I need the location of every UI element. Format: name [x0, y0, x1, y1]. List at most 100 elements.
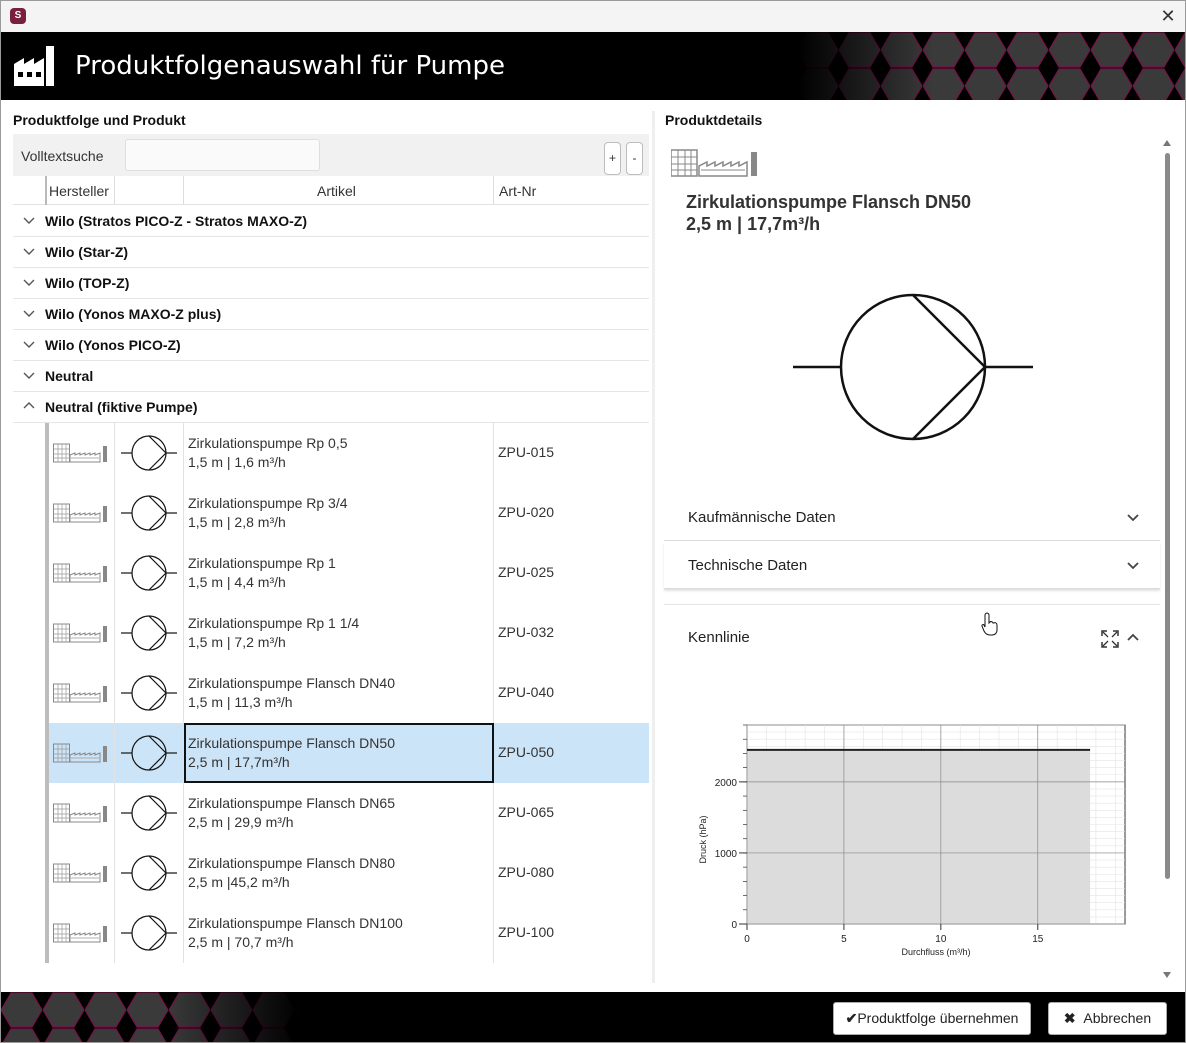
- column-header-artnr[interactable]: Art-Nr: [499, 183, 536, 199]
- group-label: Wilo (TOP-Z): [45, 275, 130, 291]
- panel-divider[interactable]: [652, 111, 655, 983]
- factory-icon: [14, 46, 54, 86]
- cell-separator: [493, 483, 494, 543]
- chevron-down-icon[interactable]: [23, 338, 35, 350]
- group-label: Neutral: [45, 368, 94, 384]
- hexagon-pattern-decoration: [1, 992, 301, 1042]
- expand-all-button[interactable]: +: [604, 142, 621, 175]
- cell-separator: [493, 543, 494, 603]
- window-close-button[interactable]: ✕: [1157, 5, 1179, 27]
- manufacturer-logo-icon: [671, 149, 757, 177]
- chevron-up-icon[interactable]: [1126, 630, 1140, 644]
- product-name: Zirkulationspumpe Rp 1: [188, 555, 336, 571]
- cell-separator: [183, 423, 184, 483]
- y-tick-label: 0: [731, 920, 737, 931]
- product-row[interactable]: Zirkulationspumpe Flansch DN50 2,5 m | 17…: [49, 723, 649, 783]
- column-header-artikel[interactable]: Artikel: [317, 183, 356, 199]
- page-title: Produktfolgenauswahl für Pumpe: [75, 51, 505, 81]
- y-tick-label: 1000: [715, 849, 738, 860]
- group-row[interactable]: Wilo (Yonos PICO-Z): [13, 330, 649, 361]
- accordion-technische-daten[interactable]: Technische Daten: [664, 541, 1160, 589]
- product-name: Zirkulationspumpe Rp 3/4: [188, 495, 348, 511]
- detail-product-name: Zirkulationspumpe Flansch DN50: [686, 192, 972, 212]
- collapse-all-button[interactable]: -: [626, 142, 643, 175]
- chevron-down-icon[interactable]: [23, 214, 35, 226]
- pump-symbol-icon: [121, 675, 177, 711]
- pump-symbol-icon: [121, 495, 177, 531]
- pump-symbol-icon: [121, 855, 177, 891]
- scrollbar-thumb[interactable]: [1165, 153, 1170, 879]
- group-row[interactable]: Wilo (Stratos PICO-Z - Stratos MAXO-Z): [13, 206, 649, 237]
- pump-symbol-icon: [121, 435, 177, 471]
- x-tick-label: 0: [744, 934, 750, 945]
- product-name: Zirkulationspumpe Flansch DN80: [188, 855, 395, 871]
- x-tick-label: 15: [1032, 934, 1044, 945]
- x-tick-label: 5: [841, 934, 847, 945]
- kennlinie-label[interactable]: Kennlinie: [688, 629, 750, 646]
- search-input[interactable]: [125, 139, 320, 171]
- chevron-down-icon[interactable]: [23, 369, 35, 381]
- app-icon: S: [10, 8, 26, 24]
- cell-separator: [493, 843, 494, 903]
- accordion-label: Technische Daten: [688, 557, 808, 574]
- column-header-row: Hersteller Artikel Art-Nr: [13, 176, 649, 205]
- accept-button[interactable]: ✔Produktfolge übernehmen: [833, 1002, 1031, 1035]
- product-row[interactable]: Zirkulationspumpe Flansch DN100 2,5 m | 7…: [49, 903, 649, 963]
- group-row[interactable]: Wilo (TOP-Z): [13, 268, 649, 299]
- product-spec: 1,5 m | 4,4 m³/h: [188, 574, 286, 590]
- manufacturer-logo-icon: [53, 683, 107, 703]
- x-axis-label: Durchfluss (m³/h): [901, 947, 970, 957]
- cell-separator: [493, 903, 494, 963]
- manufacturer-logo-icon: [53, 503, 107, 523]
- selected-cell-focus: [184, 723, 494, 783]
- cell-separator: [493, 663, 494, 723]
- manufacturer-logo-icon: [53, 863, 107, 883]
- product-row[interactable]: Zirkulationspumpe Flansch DN80 2,5 m |45,…: [49, 843, 649, 903]
- detail-product-title: Zirkulationspumpe Flansch DN50 2,5 m | 1…: [686, 191, 971, 235]
- chevron-down-icon[interactable]: [23, 245, 35, 257]
- manufacturer-logo-icon: [53, 623, 107, 643]
- detail-product-spec: 2,5 m | 17,7m³/h: [686, 214, 821, 234]
- details-scrollbar[interactable]: [1163, 139, 1171, 981]
- group-row[interactable]: Neutral (fiktive Pumpe): [13, 392, 649, 423]
- group-row[interactable]: Neutral: [13, 361, 649, 392]
- chevron-down-icon[interactable]: [23, 307, 35, 319]
- column-separator: [114, 176, 115, 205]
- product-row[interactable]: Zirkulationspumpe Rp 1 1/4 1,5 m | 7,2 m³…: [49, 603, 649, 663]
- expand-fullscreen-icon[interactable]: [1101, 630, 1119, 648]
- group-row[interactable]: Wilo (Star-Z): [13, 237, 649, 268]
- group-row[interactable]: Wilo (Yonos MAXO-Z plus): [13, 299, 649, 330]
- product-artnr: ZPU-032: [498, 624, 555, 640]
- product-artnr: ZPU-020: [498, 504, 555, 520]
- product-row[interactable]: Zirkulationspumpe Rp 1 1,5 m | 4,4 m³/h ZP…: [49, 543, 649, 603]
- manufacturer-logo-icon: [53, 743, 107, 763]
- column-header-hersteller[interactable]: Hersteller: [49, 183, 109, 199]
- product-spec: 2,5 m | 70,7 m³/h: [188, 934, 294, 950]
- accordion-kaufmaennische-daten[interactable]: Kaufmännische Daten: [664, 493, 1160, 541]
- manufacturer-logo-icon: [53, 563, 107, 583]
- cell-separator: [183, 603, 184, 663]
- chevron-down-icon[interactable]: [23, 276, 35, 288]
- cell-separator: [114, 783, 115, 843]
- pump-symbol-icon: [121, 555, 177, 591]
- cell-separator: [114, 603, 115, 663]
- manufacturer-logo-icon: [53, 443, 107, 463]
- product-row[interactable]: Zirkulationspumpe Flansch DN65 2,5 m | 29…: [49, 783, 649, 843]
- series-area: [747, 749, 1091, 924]
- scroll-up-icon[interactable]: [1163, 139, 1171, 147]
- scroll-down-icon[interactable]: [1163, 971, 1171, 979]
- cell-separator: [114, 483, 115, 543]
- chevron-up-icon[interactable]: [23, 400, 35, 412]
- cell-separator: [493, 783, 494, 843]
- product-name: Zirkulationspumpe Flansch DN100: [188, 915, 403, 931]
- cell-separator: [183, 543, 184, 603]
- right-section-title: Produktdetails: [665, 112, 763, 128]
- product-row[interactable]: Zirkulationspumpe Rp 3/4 1,5 m | 2,8 m³/h…: [49, 483, 649, 543]
- product-name: Zirkulationspumpe Flansch DN40: [188, 675, 395, 691]
- cancel-button[interactable]: ✖ Abbrechen: [1048, 1002, 1167, 1035]
- title-bar: S ✕: [1, 1, 1185, 32]
- product-row[interactable]: Zirkulationspumpe Flansch DN40 1,5 m | 11…: [49, 663, 649, 723]
- pump-symbol-icon: [121, 915, 177, 951]
- pump-symbol-icon: [121, 615, 177, 651]
- product-row[interactable]: Zirkulationspumpe Rp 0,5 1,5 m | 1,6 m³/h…: [49, 423, 649, 483]
